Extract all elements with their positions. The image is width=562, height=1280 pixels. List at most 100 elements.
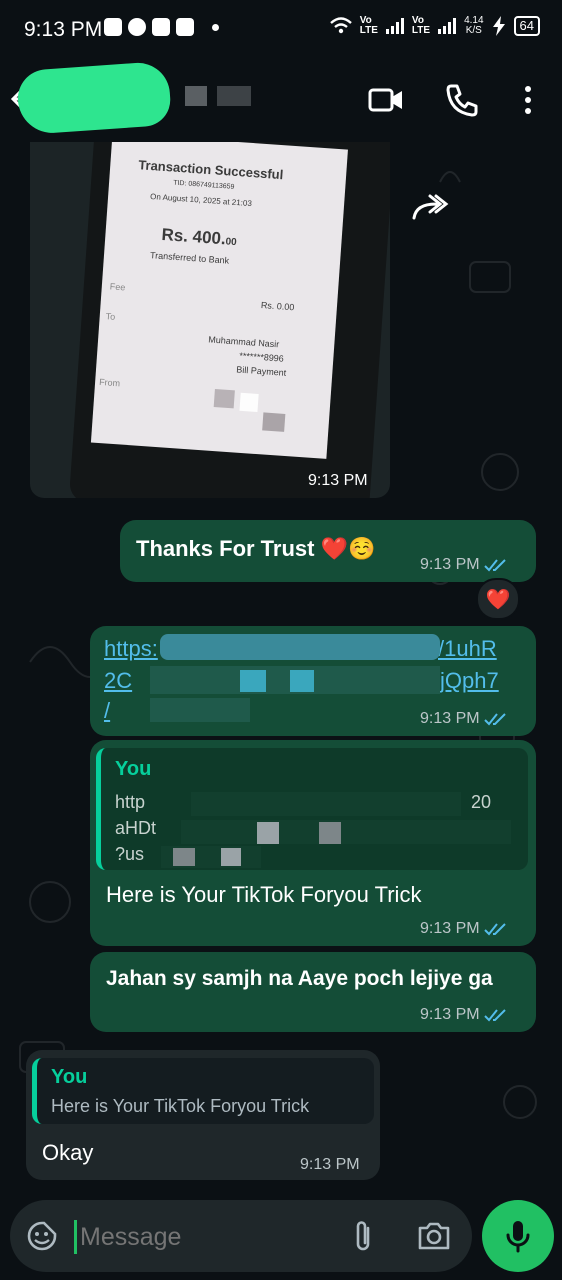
read-ticks-icon [483, 1009, 506, 1022]
more-options-icon[interactable] [508, 80, 548, 120]
message-time: 9:13 PM [420, 1006, 480, 1023]
quote-redaction [221, 848, 241, 866]
quoted-message[interactable]: You http 20 aHDt ?us [96, 748, 528, 870]
attach-icon[interactable] [348, 1218, 378, 1254]
receipt-to-name: Muhammad Nasir [208, 334, 280, 350]
link-redaction [290, 670, 314, 692]
read-ticks-icon [483, 559, 506, 572]
receipt-amount-value: Rs. 400. [160, 224, 227, 249]
receipt-fee-value: Rs. 0.00 [260, 299, 295, 313]
gallery-notification-icon [104, 18, 122, 36]
receipt-amount: Rs. 400.00 [161, 225, 238, 250]
quote-line-2: aHDt [115, 818, 157, 838]
speed-unit: K/S [465, 25, 482, 36]
message-input-bar [10, 1200, 472, 1272]
snapchat-notification-icon [152, 18, 170, 36]
link-line-2[interactable]: 2C [104, 666, 132, 696]
receipt-tid: TID: 086749113659 [172, 179, 235, 191]
receipt-redaction [262, 412, 286, 432]
message-text: Thanks For Trust ❤️☺️ [136, 536, 376, 561]
receipt-from-label: From [98, 376, 121, 389]
link-line-1[interactable]: https: [104, 634, 158, 664]
read-ticks-icon [483, 923, 506, 936]
chat-header [0, 58, 562, 142]
quote-line-1-end: 20 [471, 792, 492, 812]
quote-redaction [173, 848, 195, 866]
charging-icon [492, 16, 505, 36]
video-call-icon[interactable] [366, 80, 406, 120]
receipt-amount-cents: 00 [225, 236, 237, 249]
message-time: 9:13 PM [420, 920, 480, 937]
quote-line-3: ?us [115, 844, 145, 864]
quote-redaction [181, 820, 511, 844]
receipt-to-account: *******8996 [238, 350, 285, 364]
receipt-fee-label: Fee [109, 281, 126, 293]
network-speed: 4.14 K/S [464, 16, 483, 36]
message-input[interactable] [78, 1216, 332, 1258]
receipt-redaction [239, 392, 259, 413]
link-line-3[interactable]: / [104, 696, 110, 726]
message-reaction[interactable]: ❤️ [476, 578, 520, 620]
quote-author: You [115, 758, 152, 780]
receipt-transferred: Transferred to Bank [149, 250, 230, 266]
battery-level: 64 [513, 16, 540, 36]
contact-avatar-redacted[interactable] [15, 60, 173, 136]
message-time: 9:13 PM [300, 1156, 360, 1173]
name-blur-block [185, 86, 207, 106]
outgoing-message[interactable]: Thanks For Trust ❤️☺️ 9:13 PM [120, 520, 536, 582]
forward-icon[interactable] [408, 188, 454, 228]
status-time: 9:13 PM [24, 18, 103, 41]
name-blur-block [217, 86, 251, 106]
text-cursor [74, 1220, 77, 1254]
notification-icons [104, 18, 219, 36]
mic-icon [506, 1221, 530, 1253]
quote-redaction [191, 792, 461, 816]
reaction-emoji: ❤️ [485, 588, 511, 611]
camera-icon[interactable] [416, 1220, 452, 1252]
volte-indicator-1: Vo LTE [360, 16, 378, 36]
status-bar: 9:13 PM Vo LTE Vo LTE 4.14 K/S 64 [0, 0, 562, 58]
signal-icon-2 [438, 18, 457, 34]
message-text: Here is Your TikTok Foryou Trick [106, 882, 422, 907]
outgoing-message[interactable]: Jahan sy samjh na Aaye poch lejiye ga 9:… [90, 952, 536, 1032]
message-meta: 9:13 PM [420, 1006, 510, 1024]
outgoing-link-message[interactable]: https: /1uhR 2C jQph7 / 9:13 PM [90, 626, 536, 736]
message-meta: 9:13 PM [420, 710, 510, 728]
quote-text: Here is Your TikTok Foryou Trick [51, 1096, 310, 1116]
receipt-redaction [213, 388, 235, 409]
message-text: Jahan sy samjh na Aaye poch lejiye ga [106, 967, 493, 990]
quote-line-1: http [115, 792, 146, 812]
read-ticks-icon [483, 713, 506, 726]
more-notifications-dot [212, 23, 219, 31]
quote-author: You [51, 1066, 88, 1088]
volte-indicator-2: Vo LTE [412, 16, 430, 36]
emoji-sticker-icon[interactable] [26, 1220, 58, 1252]
message-meta: 9:13 PM [420, 920, 510, 938]
receipt-title: Transaction Successful [137, 157, 284, 183]
link-redaction [150, 698, 250, 722]
receipt-to-label: To [105, 311, 116, 322]
link-line-1-end[interactable]: /1uhR [438, 634, 497, 664]
receipt-date: On August 10, 2025 at 21:03 [149, 192, 253, 209]
lte-label: LTE [359, 25, 378, 36]
wifi-icon [329, 17, 352, 34]
link-line-2-end[interactable]: jQph7 [440, 666, 499, 696]
outgoing-reply-message[interactable]: You http 20 aHDt ?us Here is Your TikTok… [90, 740, 536, 946]
message-time: 9:13 PM [420, 710, 480, 727]
facebook-notification-icon [128, 18, 146, 36]
receipt-to-type: Bill Payment [236, 364, 287, 378]
link-redaction [160, 634, 440, 660]
voice-message-button[interactable] [482, 1200, 554, 1272]
photo-message[interactable]: Transaction Successful TID: 086749113659… [30, 142, 390, 498]
app-notification-icon [176, 18, 194, 36]
voice-call-icon[interactable] [442, 80, 482, 120]
receipt-screen: Transaction Successful TID: 086749113659… [90, 142, 348, 459]
quoted-message[interactable]: You Here is Your TikTok Foryou Trick [32, 1058, 374, 1124]
incoming-reply-message[interactable]: You Here is Your TikTok Foryou Trick Oka… [26, 1050, 380, 1180]
quote-redaction [257, 822, 279, 844]
contact-name-redacted[interactable] [185, 86, 251, 106]
message-time: 9:13 PM [308, 472, 368, 489]
lte-label: LTE [411, 25, 431, 36]
message-time: 9:13 PM [420, 556, 480, 573]
system-indicators: Vo LTE Vo LTE 4.14 K/S 64 [329, 16, 540, 36]
